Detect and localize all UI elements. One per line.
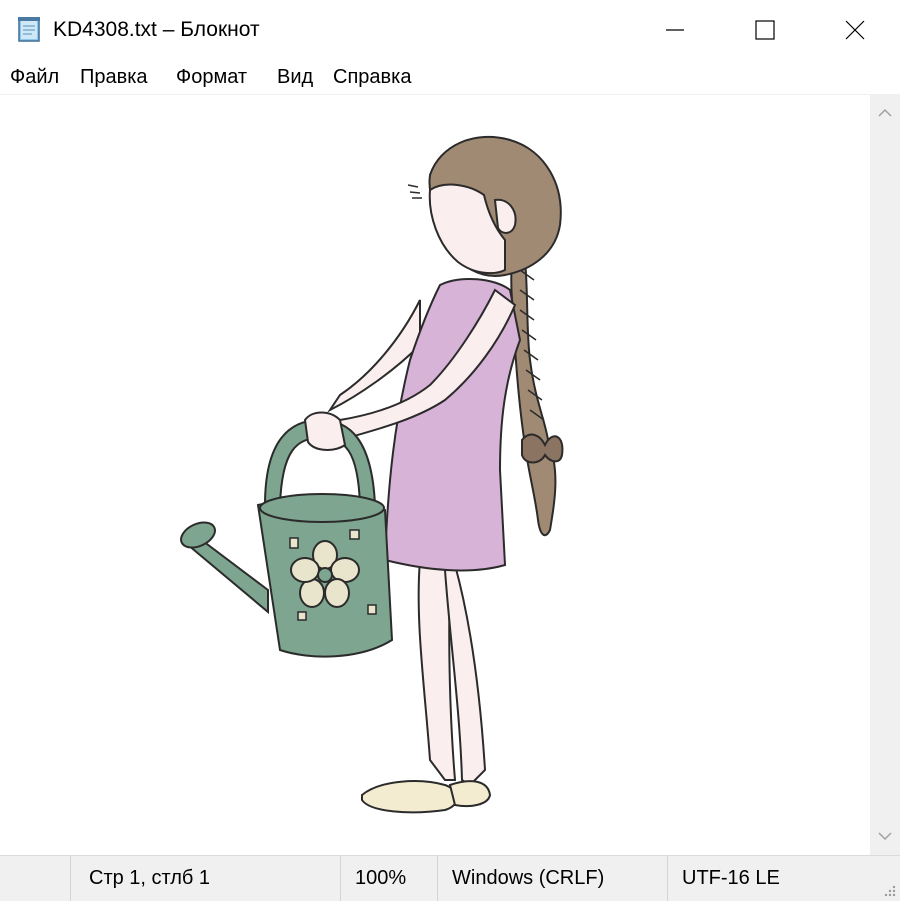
menu-format[interactable]: Формат: [176, 65, 247, 89]
status-line-endings: Windows (CRLF): [437, 856, 667, 901]
maximize-icon: [755, 20, 775, 40]
window-title: KD4308.txt – Блокнот: [53, 18, 260, 41]
menu-bar: Файл Правка Формат Вид Справка: [0, 60, 900, 95]
menu-edit[interactable]: Правка: [80, 65, 148, 89]
minimize-icon: [666, 29, 684, 31]
vertical-scrollbar[interactable]: [870, 95, 900, 855]
close-icon: [845, 20, 865, 40]
resize-grip-icon[interactable]: [882, 883, 896, 897]
notepad-icon: [16, 17, 44, 43]
minimize-button[interactable]: [630, 0, 720, 60]
status-zoom: 100%: [340, 856, 437, 901]
status-encoding: UTF-16 LE: [667, 856, 900, 901]
girl-with-watering-can-illustration: [180, 135, 564, 814]
text-editor-area[interactable]: [0, 95, 870, 855]
menu-help[interactable]: Справка: [333, 65, 411, 89]
menu-file[interactable]: Файл: [10, 65, 59, 89]
title-bar: KD4308.txt – Блокнот: [0, 0, 900, 60]
menu-view[interactable]: Вид: [277, 65, 313, 89]
scroll-up-icon[interactable]: [877, 107, 893, 119]
scroll-down-icon[interactable]: [877, 830, 893, 842]
status-cursor-position: Стр 1, стлб 1: [70, 856, 340, 901]
status-bar: Стр 1, стлб 1 100% Windows (CRLF) UTF-16…: [0, 855, 900, 901]
close-button[interactable]: [810, 0, 900, 60]
maximize-button[interactable]: [720, 0, 810, 60]
